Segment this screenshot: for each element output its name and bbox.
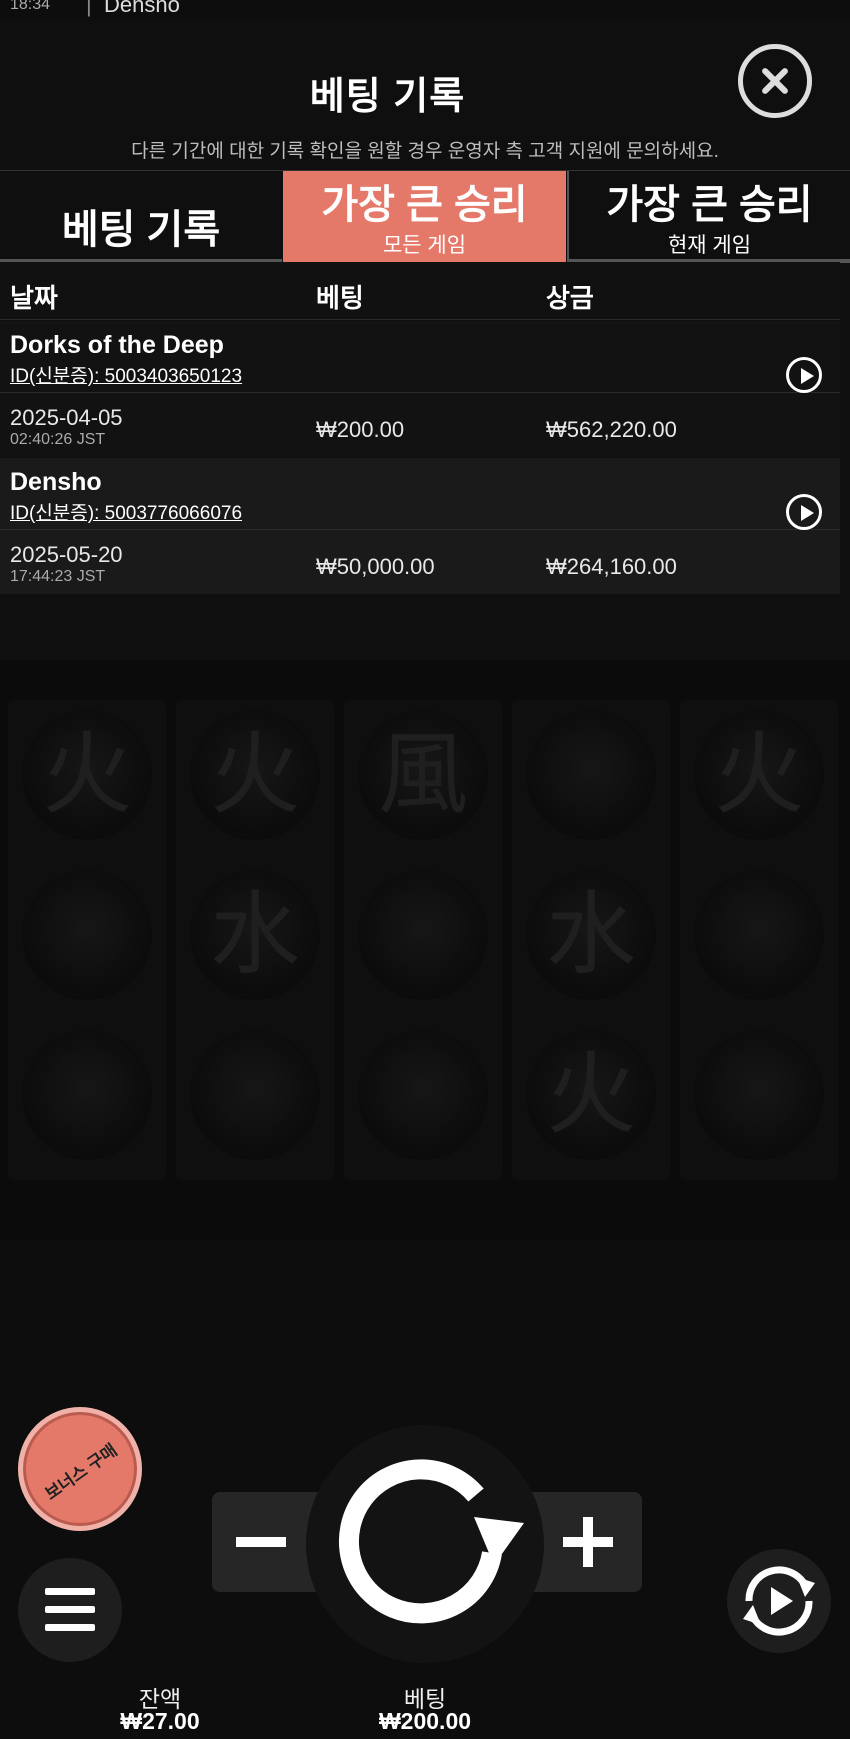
spin-button[interactable]	[306, 1425, 544, 1663]
row-date: 2025-05-20	[10, 542, 123, 567]
spin-icon	[338, 1459, 524, 1624]
tab-biggest-win-all-games[interactable]: 가장 큰 승리 모든 게임	[283, 171, 566, 263]
column-header-date: 날짜	[10, 283, 58, 313]
tab-sublabel: 현재 게임	[667, 234, 752, 257]
menu-button[interactable]	[18, 1558, 122, 1662]
round-id-link[interactable]: ID(신분증): 5003403650123	[10, 361, 242, 388]
table-row: Densho ID(신분증): 5003776066076 2025-05-20…	[0, 458, 840, 594]
decrease-bet-button[interactable]	[236, 1537, 286, 1547]
bonus-buy-button[interactable]: 보너스 구매	[18, 1407, 142, 1531]
balance-value: ₩27.00	[120, 1708, 200, 1734]
row-win: ₩562,220.00	[546, 417, 677, 442]
status-app-name: Densho	[104, 0, 180, 17]
column-header-bet: 베팅	[316, 283, 364, 313]
autoplay-icon	[743, 1566, 815, 1636]
close-button[interactable]	[738, 44, 812, 118]
history-tabs: 베팅 기록 가장 큰 승리 모든 게임 가장 큰 승리 현재 게임	[0, 170, 850, 263]
row-time: 02:40:26 JST	[10, 431, 106, 448]
panel-title: 베팅 기록	[309, 76, 466, 118]
tab-bet-history[interactable]: 베팅 기록	[0, 171, 282, 263]
game-name: Dorks of the Deep	[10, 331, 224, 359]
tab-label: 베팅 기록	[61, 208, 221, 252]
replay-play-icon[interactable]	[786, 357, 822, 393]
tab-label: 가장 큰 승리	[606, 183, 813, 227]
row-date: 2025-04-05	[10, 405, 123, 430]
board-shade	[0, 600, 850, 1240]
column-header-win: 상금	[546, 283, 594, 313]
tab-biggest-win-current-game[interactable]: 가장 큰 승리 현재 게임	[567, 171, 850, 263]
bet-value: ₩200.00	[378, 1708, 472, 1734]
panel-subtitle: 다른 기간에 대한 기록 확인을 원할 경우 운영자 측 고객 지원에 문의하세…	[131, 141, 719, 162]
bonus-buy-label: 보너스 구매	[41, 1440, 121, 1504]
replay-play-icon[interactable]	[786, 494, 822, 530]
hamburger-icon	[45, 1624, 95, 1631]
status-separator: |	[86, 0, 92, 17]
game-board: 火 火 水 風 水 火 火	[0, 600, 850, 1240]
hamburger-icon	[45, 1588, 95, 1595]
status-time: 18:34	[10, 0, 51, 13]
table-header: 날짜 베팅 상금	[0, 262, 840, 320]
row-time: 17:44:23 JST	[10, 568, 106, 585]
autoplay-button[interactable]	[727, 1549, 831, 1653]
tab-sublabel: 모든 게임	[382, 234, 467, 257]
row-win: ₩264,160.00	[546, 554, 677, 579]
game-name: Densho	[10, 468, 102, 496]
hamburger-icon	[45, 1606, 95, 1613]
row-bet: ₩200.00	[316, 417, 405, 442]
row-bet: ₩50,000.00	[316, 554, 435, 579]
tab-label: 가장 큰 승리	[321, 183, 528, 227]
table-row: Dorks of the Deep ID(신분증): 5003403650123…	[0, 321, 840, 457]
bet-history-panel: 베팅 기록 다른 기간에 대한 기록 확인을 원할 경우 운영자 측 고객 지원…	[0, 20, 850, 660]
status-bar: 18:34 | Densho	[0, 0, 850, 20]
round-id-link[interactable]: ID(신분증): 5003776066076	[10, 498, 242, 525]
increase-bet-button[interactable]	[563, 1517, 613, 1567]
